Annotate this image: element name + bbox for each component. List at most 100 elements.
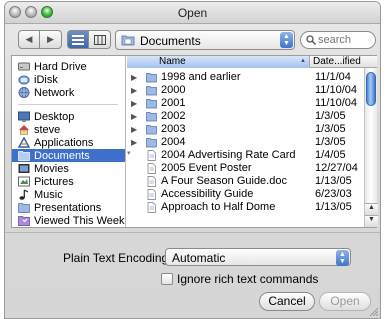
folder-icon: [146, 137, 157, 148]
sidebar-item-movies[interactable]: Movies: [12, 162, 125, 175]
file-date: 1/3/05: [315, 110, 346, 122]
scrollbar-thumb[interactable]: [366, 72, 376, 106]
file-name: A Four Season Guide.doc: [161, 175, 287, 187]
file-row[interactable]: ▶ 2001 11/10/04: [127, 97, 364, 110]
documents-folder-icon: [18, 151, 30, 161]
resize-grip-icon[interactable]: [368, 306, 378, 316]
cancel-button[interactable]: Cancel: [259, 292, 315, 311]
file-date: 1/13/05: [315, 201, 352, 213]
disclosure-triangle-icon[interactable]: ▶: [131, 86, 137, 95]
file-name: 2005 Event Poster: [161, 162, 252, 174]
file-row[interactable]: Approach to Half Dome 1/13/05: [127, 201, 364, 214]
sidebar-item-music[interactable]: Music: [12, 188, 125, 201]
back-forward-group: ◀ ▶: [18, 30, 62, 49]
disclosure-triangle-icon[interactable]: ▶: [131, 73, 137, 82]
disclosure-triangle-icon[interactable]: ▶: [131, 112, 137, 121]
ignore-rich-text-option[interactable]: Ignore rich text commands: [161, 272, 318, 286]
sidebar-item-presentations[interactable]: Presentations: [12, 201, 125, 214]
title-bar: Open: [5, 2, 380, 24]
sidebar-item-label: iDisk: [34, 73, 58, 86]
sidebar-item-applications[interactable]: Applications: [12, 136, 125, 149]
document-icon: [146, 163, 157, 174]
folder-icon: [146, 111, 157, 122]
file-date: 11/1/04: [315, 71, 351, 83]
file-row[interactable]: ▶ 2000 11/10/04: [127, 84, 364, 97]
sidebar-item-label: Presentations: [34, 201, 102, 214]
file-name: 2004 Advertising Rate Card: [161, 149, 296, 161]
list-view-button[interactable]: [67, 30, 89, 49]
sidebar-item-viewed-this-week[interactable]: Viewed This Week: [12, 214, 125, 227]
file-name: 2003: [161, 123, 186, 135]
list-view-icon: [72, 34, 84, 45]
documents-folder-icon: [121, 35, 135, 46]
disclosure-triangle-icon[interactable]: ▶: [131, 99, 137, 108]
sidebar-item-hard-drive[interactable]: Hard Drive: [12, 60, 125, 73]
file-date: 12/27/04: [315, 162, 358, 174]
sidebar-divider: [18, 104, 118, 105]
file-row[interactable]: ▶ 2003 1/3/05: [127, 123, 364, 136]
folder-icon: [18, 203, 30, 213]
sidebar-item-pictures[interactable]: Pictures: [12, 175, 125, 188]
location-popup[interactable]: Documents ▲ ▼: [115, 30, 295, 50]
sort-ascending-icon: ▲: [300, 58, 306, 64]
forward-button[interactable]: ▶: [40, 30, 62, 49]
sidebar-item-documents[interactable]: Documents: [12, 149, 125, 162]
file-name: 1998 and earlier: [161, 71, 241, 83]
file-date: 1/13/05: [315, 175, 352, 187]
ignore-rich-text-label: Ignore rich text commands: [177, 272, 319, 286]
sidebar-item-network[interactable]: Network: [12, 86, 125, 99]
open-dialog-window: Open ◀ ▶ Documents ▲ ▼ search Hard Drive…: [4, 1, 381, 319]
document-icon: [146, 176, 157, 187]
column-header-name[interactable]: Name ▲: [127, 56, 310, 68]
scroll-up-button[interactable]: ▲: [365, 203, 378, 215]
search-icon: [306, 35, 316, 45]
file-name: 2004: [161, 136, 186, 148]
column-header-name-label: Name: [159, 56, 186, 67]
column-view-button[interactable]: [89, 30, 111, 49]
sidebar-item-label: Viewed This Week: [34, 214, 125, 227]
back-button[interactable]: ◀: [18, 30, 40, 49]
file-name: Accessibility Guide: [161, 188, 254, 200]
file-date: 6/23/03: [315, 188, 352, 200]
vertical-scrollbar[interactable]: ▲ ▼: [364, 68, 378, 227]
file-row[interactable]: ▶ 2004 1/3/05: [127, 136, 364, 149]
search-input[interactable]: [318, 33, 372, 47]
encoding-value: Automatic: [172, 251, 226, 265]
encoding-popup[interactable]: Automatic ▲ ▼: [165, 248, 351, 266]
sidebar-item-desktop[interactable]: Desktop: [12, 110, 125, 123]
file-row[interactable]: A Four Season Guide.doc 1/13/05: [127, 175, 364, 188]
file-date: 1/3/05: [315, 136, 346, 148]
chevron-updown-icon: ▲ ▼: [336, 250, 349, 266]
home-icon: [19, 125, 29, 135]
ignore-rich-text-checkbox[interactable]: [161, 273, 173, 285]
disclosure-triangle-icon[interactable]: ▶: [131, 138, 137, 147]
file-row[interactable]: Accessibility Guide 6/23/03: [127, 188, 364, 201]
sidebar-item-label: Hard Drive: [34, 60, 87, 73]
file-row[interactable]: 2004 Advertising Rate Card 1/4/05: [127, 149, 364, 162]
scroll-down-button[interactable]: ▼: [365, 215, 378, 227]
hard-drive-icon: [18, 62, 30, 71]
idisk-icon: [18, 75, 30, 85]
file-row[interactable]: 2005 Event Poster 12/27/04: [127, 162, 364, 175]
disclosure-triangle-icon[interactable]: ▶: [131, 125, 137, 134]
search-field[interactable]: [300, 31, 376, 49]
sidebar-item-label: Network: [34, 86, 75, 99]
file-date: 1/3/05: [315, 123, 346, 135]
sidebar-item-label: Pictures: [34, 175, 74, 188]
smart-folder-icon: [18, 216, 30, 226]
sidebar-item-label: Applications: [34, 136, 94, 149]
sidebar-item-steve[interactable]: steve: [12, 123, 125, 136]
file-row[interactable]: ▶ 1998 and earlier 11/1/04: [127, 71, 364, 84]
movies-icon: [18, 164, 30, 173]
file-date: 1/4/05: [315, 149, 346, 161]
file-row[interactable]: ▶ 2002 1/3/05: [127, 110, 364, 123]
sidebar-item-idisk[interactable]: iDisk: [12, 73, 125, 86]
document-icon: [146, 202, 157, 213]
column-header-date[interactable]: Date...ified: [313, 56, 361, 67]
document-icon: [146, 189, 157, 200]
file-name: 2001: [161, 97, 186, 109]
open-button[interactable]: Open: [319, 292, 371, 311]
folder-icon: [146, 98, 157, 109]
sidebar: Hard Drive iDisk Network Desktop steve A…: [12, 56, 126, 227]
file-date: 11/10/04: [315, 97, 358, 109]
